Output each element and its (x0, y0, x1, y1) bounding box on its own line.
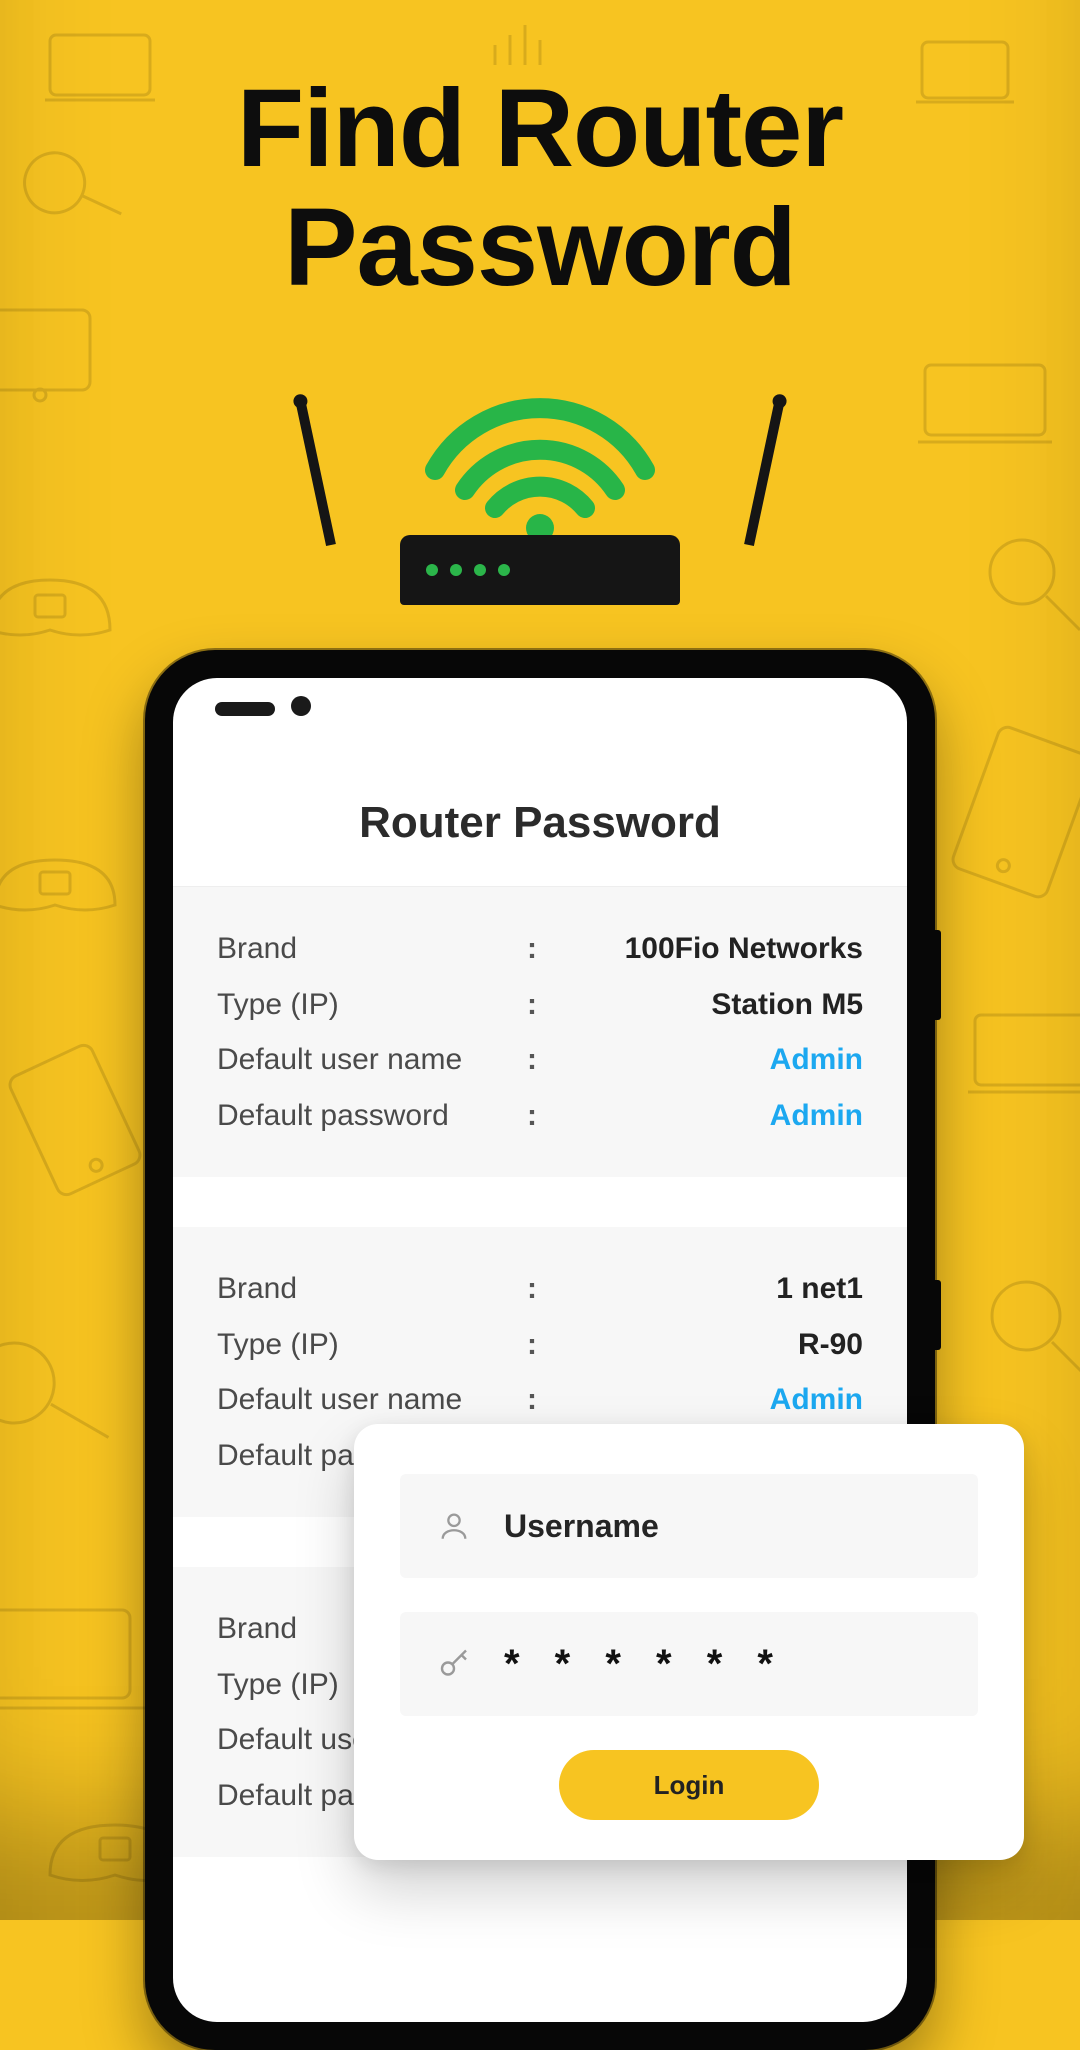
login-button[interactable]: Login (559, 1750, 819, 1820)
router-body (400, 535, 680, 605)
hero-line-2: Password (0, 189, 1080, 308)
value-type: R-90 (547, 1317, 863, 1373)
user-icon (434, 1509, 474, 1543)
value-type: Station M5 (547, 977, 863, 1033)
label-user: Default user name (217, 1372, 517, 1428)
password-mask: * * * * * * (504, 1642, 785, 1687)
label-type: Type (IP) (217, 1317, 517, 1373)
password-input[interactable]: * * * * * * (400, 1612, 978, 1716)
value-user: Admin (547, 1372, 863, 1428)
label-brand: Brand (217, 921, 517, 977)
screen-title: Router Password (173, 758, 907, 887)
wifi-icon (400, 350, 680, 540)
value-brand: 100Fio Networks (547, 921, 863, 977)
login-popup: Username * * * * * * Login (354, 1424, 1024, 1860)
value-brand: 1 net1 (547, 1261, 863, 1317)
label-brand: Brand (217, 1261, 517, 1317)
label-type: Type (IP) (217, 977, 517, 1033)
value-pass: Admin (547, 1088, 863, 1144)
hero-line-1: Find Router (0, 70, 1080, 189)
value-user: Admin (547, 1032, 863, 1088)
login-button-label: Login (654, 1770, 725, 1801)
label-pass: Default password (217, 1088, 517, 1144)
router-entry[interactable]: Brand:100Fio Networks Type (IP):Station … (173, 887, 907, 1177)
username-placeholder: Username (504, 1508, 659, 1545)
router-illustration (330, 350, 750, 605)
label-user: Default user name (217, 1032, 517, 1088)
username-input[interactable]: Username (400, 1474, 978, 1578)
key-icon (434, 1646, 474, 1682)
hero-title: Find Router Password (0, 70, 1080, 308)
